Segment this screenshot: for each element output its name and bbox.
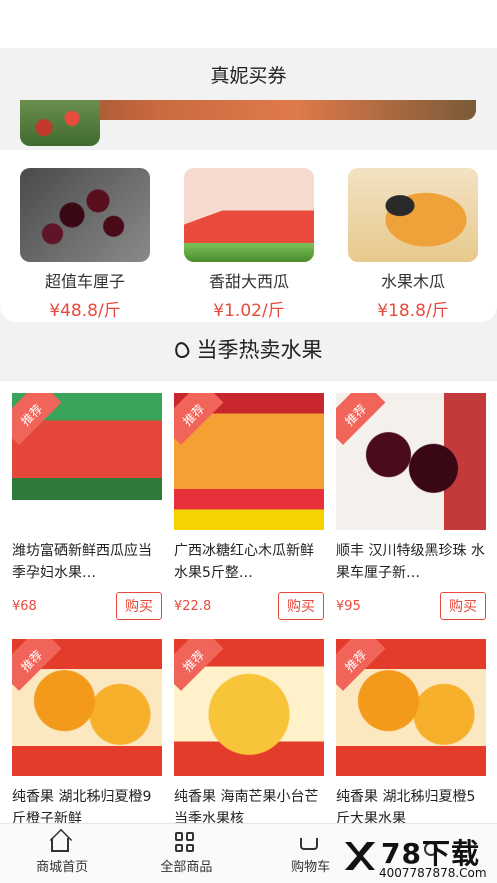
- tab-label: 商城首页: [36, 860, 89, 875]
- banner[interactable]: [0, 100, 497, 148]
- product-grid: 推荐 潍坊富硒新鲜西瓜应当季孕妇水果… ¥68 购买 推荐 广西冰糖红心木瓜新鲜…: [0, 380, 497, 830]
- featured-price: ¥18.8/斤: [377, 301, 449, 321]
- recommend-badge: 推荐: [336, 639, 386, 691]
- watermark-url: 4007787878.Com: [379, 866, 487, 880]
- grid-icon: [175, 832, 195, 852]
- home-icon: [51, 838, 70, 852]
- product-price: ¥95: [336, 598, 361, 614]
- tab-home[interactable]: 商城首页: [0, 824, 124, 883]
- recommend-badge: 推荐: [12, 639, 62, 691]
- recommend-badge: 推荐: [174, 393, 224, 445]
- featured-row: 超值车厘子 ¥48.8/斤 香甜大西瓜 ¥1.02/斤 水果木瓜 ¥18.8/斤: [0, 150, 497, 322]
- product-card[interactable]: 推荐 潍坊富硒新鲜西瓜应当季孕妇水果… ¥68 购买: [12, 393, 162, 620]
- banner-side-image: [20, 100, 100, 146]
- featured-price: ¥1.02/斤: [213, 301, 285, 321]
- page-header: 真妮买券: [0, 48, 497, 100]
- product-image: 推荐: [336, 639, 486, 776]
- status-bar: [0, 0, 497, 48]
- watermark-logo-icon: [345, 842, 375, 870]
- product-title: 顺丰 汉川特级黑珍珠 水果车厘子新…: [336, 543, 485, 581]
- tab-label: 购物车: [291, 860, 331, 875]
- product-image: 推荐: [12, 639, 162, 776]
- product-card[interactable]: 推荐 纯香果 湖北秭归夏橙5斤大果水果: [336, 639, 486, 830]
- fire-icon: [172, 340, 191, 360]
- watermelon-image: [184, 168, 314, 262]
- buy-button[interactable]: 购买: [116, 592, 162, 620]
- watermark: 78下载 4007787878.Com: [341, 832, 491, 882]
- product-image: 推荐: [174, 393, 324, 530]
- recommend-badge: 推荐: [336, 393, 386, 445]
- recommend-badge: 推荐: [174, 639, 224, 691]
- featured-name: 水果木瓜: [380, 272, 445, 291]
- featured-item[interactable]: 超值车厘子 ¥48.8/斤: [20, 168, 150, 321]
- featured-item[interactable]: 水果木瓜 ¥18.8/斤: [348, 168, 478, 321]
- product-price: ¥68: [12, 598, 37, 614]
- cherry-image: [20, 168, 150, 262]
- tab-label: 全部商品: [160, 860, 213, 875]
- featured-item[interactable]: 香甜大西瓜 ¥1.02/斤: [184, 168, 314, 321]
- recommend-badge: 推荐: [12, 393, 62, 445]
- tab-all-products[interactable]: 全部商品: [124, 824, 248, 883]
- product-card[interactable]: 推荐 纯香果 湖北秭归夏橙9斤橙子新鲜: [12, 639, 162, 830]
- product-price: ¥22.8: [174, 598, 212, 614]
- featured-price: ¥48.8/斤: [49, 301, 121, 321]
- product-image: 推荐: [174, 639, 324, 776]
- product-card[interactable]: 推荐 纯香果 海南芒果小台芒当季水果核: [174, 639, 324, 830]
- product-title: 潍坊富硒新鲜西瓜应当季孕妇水果…: [12, 543, 152, 581]
- featured-name: 香甜大西瓜: [208, 272, 289, 291]
- product-title: 广西冰糖红心木瓜新鲜水果5斤整…: [174, 543, 314, 581]
- product-card[interactable]: 推荐 顺丰 汉川特级黑珍珠 水果车厘子新… ¥95 购买: [336, 393, 486, 620]
- buy-button[interactable]: 购买: [278, 592, 324, 620]
- papaya-image: [348, 168, 478, 262]
- page-title: 真妮买券: [210, 64, 287, 87]
- product-card[interactable]: 推荐 广西冰糖红心木瓜新鲜水果5斤整… ¥22.8 购买: [174, 393, 324, 620]
- buy-button[interactable]: 购买: [440, 592, 486, 620]
- featured-name: 超值车厘子: [44, 272, 125, 291]
- product-image: 推荐: [336, 393, 486, 530]
- section-title: 当季热卖水果: [0, 334, 497, 364]
- product-image: 推荐: [12, 393, 162, 530]
- cart-icon: [299, 838, 318, 850]
